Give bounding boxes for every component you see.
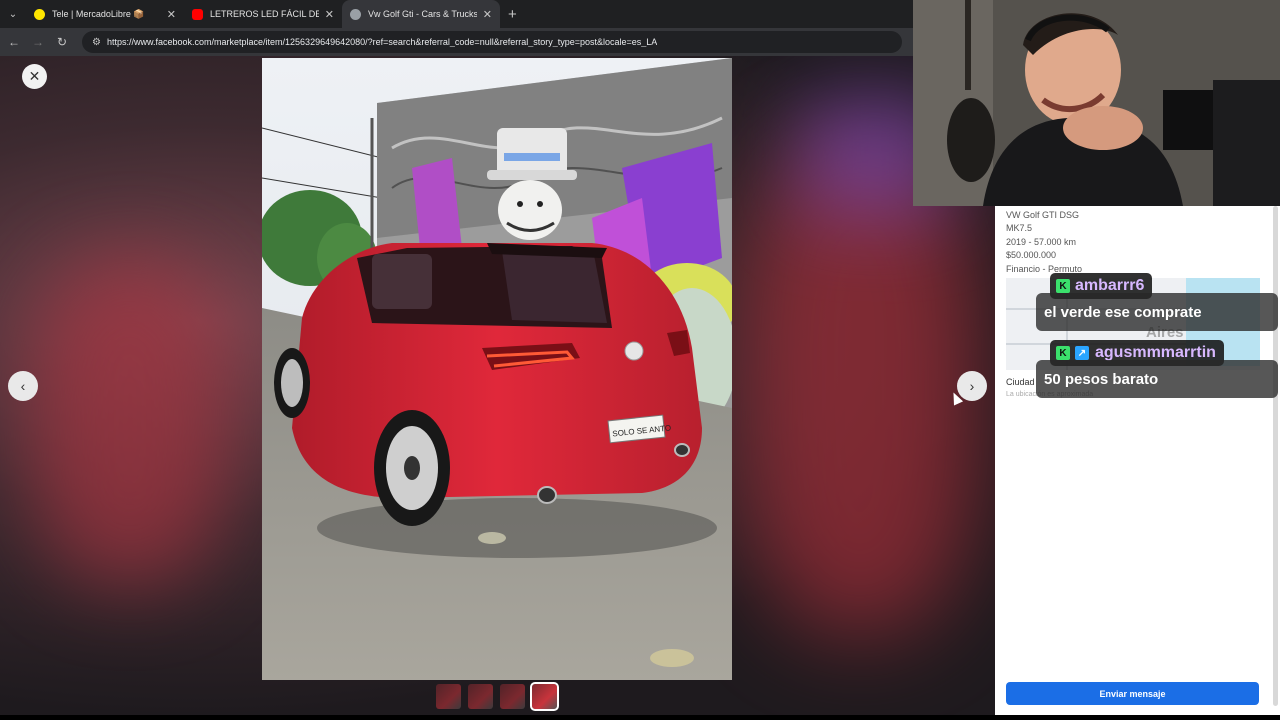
location-title: Ciudad [1006,377,1035,387]
forward-arrow-icon[interactable]: → [26,35,50,49]
send-message-button[interactable]: Enviar mensaje [1006,682,1259,705]
kick-badge-icon: K [1056,346,1070,360]
subscriber-badge-icon: ↗ [1075,346,1089,360]
back-arrow-icon[interactable]: ← [2,35,26,49]
tab-youtube[interactable]: LETREROS LED FÁCIL DE PROGR ✕ [184,0,342,28]
tab-strip: ⌄ Tele | MercadoLibre 📦 ✕ LETREROS LED F… [0,0,913,28]
listing-price: $50.000.000 [1006,250,1057,261]
close-viewer-button[interactable]: ✕ [22,64,47,89]
thumbnail-strip [436,682,559,711]
address-bar[interactable]: ⚙ https://www.facebook.com/marketplace/i… [82,31,902,53]
previous-photo-button[interactable]: ‹ [8,371,38,401]
tab-search-icon[interactable]: ⌄ [0,0,26,28]
photo-thumbnail[interactable] [500,684,525,709]
photo-thumbnail-selected[interactable] [530,682,559,711]
car-photo-illustration: SOLO SE ANTO [262,58,732,680]
tab-close-icon[interactable]: ✕ [325,8,334,21]
listing-subtitle: MK7.5 [1006,223,1033,234]
site-info-icon[interactable]: ⚙ [92,37,101,48]
tab-title: Vw Golf Gti - Cars & Trucks - B [368,9,477,19]
panel-scrollbar[interactable] [1273,206,1278,706]
tab-close-icon[interactable]: ✕ [483,8,492,21]
globe-favicon-icon [350,8,361,20]
listing-photo: SOLO SE ANTO [262,58,732,680]
streamer-webcam-illustration [913,0,1280,206]
tab-close-icon[interactable]: ✕ [167,8,176,21]
tab-mercadolibre[interactable]: Tele | MercadoLibre 📦 ✕ [26,0,184,28]
tab-title: LETREROS LED FÁCIL DE PROGR [210,9,319,19]
chat-message-text: 50 pesos barato [1044,370,1159,388]
screen: ⌄ Tele | MercadoLibre 📦 ✕ LETREROS LED F… [0,0,1280,720]
bottom-letterbox [0,715,1280,720]
blurred-background [30,256,230,586]
listing-specs: 2019 - 57.000 km [1006,236,1077,247]
chat-message: el verde ese comprate [1036,293,1278,331]
photo-viewer: SOLO SE ANTO ✕ ‹ › [0,56,995,720]
chat-message-text: el verde ese comprate [1044,303,1202,321]
photo-thumbnail[interactable] [468,684,493,709]
mercadolibre-favicon-icon [34,8,45,20]
tab-facebook-marketplace[interactable]: Vw Golf Gti - Cars & Trucks - B ✕ [342,0,500,28]
kick-badge-icon: K [1056,279,1070,293]
url-text: https://www.facebook.com/marketplace/ite… [106,37,658,47]
photo-thumbnail[interactable] [436,684,461,709]
webcam-overlay [913,0,1280,206]
new-tab-button[interactable]: + [508,6,517,23]
next-photo-button[interactable]: › [957,371,987,401]
chat-message: 50 pesos barato [1036,360,1278,398]
address-toolbar: ← → ↻ ⚙ https://www.facebook.com/marketp… [0,28,913,56]
listing-details: VW Golf GTI DSG MK7.5 2019 - 57.000 km $… [1006,209,1082,276]
listing-title: VW Golf GTI DSG [1006,210,1080,220]
youtube-favicon-icon [192,8,203,20]
tab-title: Tele | MercadoLibre 📦 [52,8,145,19]
reload-icon[interactable]: ↻ [50,35,74,49]
